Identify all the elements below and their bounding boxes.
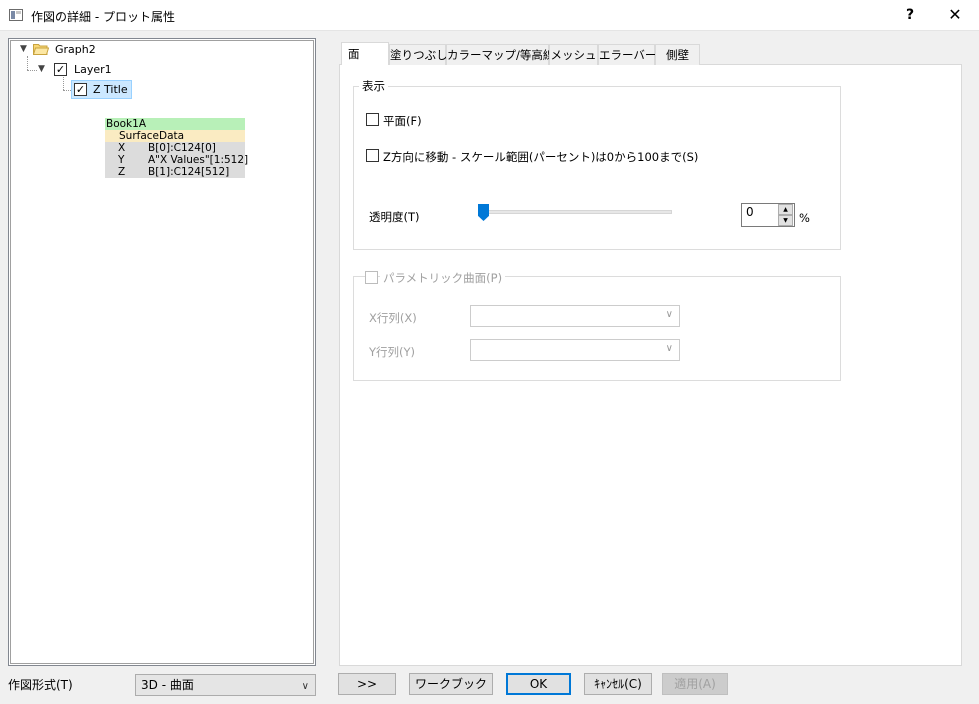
tab-colormap-contour[interactable]: カラーマップ/等高線 (446, 44, 554, 65)
dataset-col: Y (118, 154, 125, 166)
cancel-button[interactable]: ｷｬﾝｾﾙ(C) (584, 673, 652, 695)
title-bar: 作図の詳細 - プロット属性 ? ✕ (0, 0, 979, 31)
display-group-title: 表示 (359, 78, 388, 94)
dataset-ref: B[0]:C124[0] (148, 142, 216, 154)
dataset-info: Book1A SurfaceData X B[0]:C124[0] Y A"X … (105, 118, 249, 178)
tab-side-wall[interactable]: 側壁 (655, 44, 700, 65)
help-button[interactable]: ? (896, 4, 924, 26)
layer-checkbox[interactable]: ✓ (54, 63, 67, 76)
shift-z-label[interactable]: Z方向に移動 - スケール範囲(パーセント)は0から100まで(S) (383, 149, 698, 165)
close-button[interactable]: ✕ (938, 4, 972, 26)
dataset-row: X B[0]:C124[0] (105, 142, 245, 154)
y-matrix-label: Y行列(Y) (369, 345, 416, 359)
tab-error-bar[interactable]: エラーバー (598, 44, 656, 65)
shift-z-checkbox[interactable] (366, 149, 379, 162)
dataset-ref: A"X Values"[1:512] (148, 154, 249, 166)
flat-label[interactable]: 平面(F) (383, 113, 422, 129)
dataset-row: Z B[1]:C124[512] (105, 166, 245, 178)
folder-open-icon (33, 44, 49, 55)
dataset-book: Book1A (105, 118, 245, 130)
transparency-label: 透明度(T) (369, 210, 420, 224)
spin-down-button[interactable]: ▼ (778, 215, 793, 226)
ok-button[interactable]: OK (506, 673, 571, 695)
plot-type-value: 3D - 曲面 (141, 678, 194, 692)
transparency-unit: % (799, 211, 810, 225)
transparency-input[interactable]: 0 (741, 203, 779, 227)
chevron-down-icon: ∨ (665, 309, 673, 320)
y-matrix-select[interactable]: ∨ (470, 339, 680, 361)
chevron-down-icon: ∨ (665, 343, 673, 354)
tree-connector (27, 70, 37, 71)
tree-connector (27, 56, 28, 70)
plot-type-select[interactable]: 3D - 曲面 ∨ (135, 674, 316, 696)
transparency-spinner: ▲ ▼ (778, 203, 795, 227)
window-title: 作図の詳細 - プロット属性 (31, 10, 175, 24)
parametric-group (353, 276, 841, 381)
chevron-down-icon[interactable]: ▼ (38, 64, 45, 74)
dataset-sheet: SurfaceData (105, 130, 245, 142)
x-matrix-label: X行列(X) (369, 311, 417, 325)
tab-surface[interactable]: 面 (341, 42, 389, 65)
parametric-checkbox[interactable] (365, 271, 378, 284)
tree-connector (63, 77, 64, 90)
dataset-col: Z (118, 166, 126, 178)
transparency-slider-track[interactable] (480, 210, 672, 214)
chevron-down-icon[interactable]: ▼ (20, 44, 27, 54)
parametric-group-title[interactable]: パラメトリック曲面(P) (380, 270, 506, 286)
chevron-down-icon: ∨ (301, 681, 309, 692)
dataset-row: Y A"X Values"[1:512] (105, 154, 249, 166)
expand-button[interactable]: >> (338, 673, 396, 695)
tree-node-graph[interactable]: Graph2 (55, 43, 96, 56)
x-matrix-select[interactable]: ∨ (470, 305, 680, 327)
apply-button[interactable]: 適用(A) (662, 673, 728, 695)
dataset-ref: B[1]:C124[512] (148, 166, 230, 178)
tree-node-plot-label: Z Title (93, 83, 128, 96)
app-icon (9, 9, 23, 21)
workbook-button[interactable]: ワークブック (409, 673, 493, 695)
flat-checkbox[interactable] (366, 113, 379, 126)
tab-fill[interactable]: 塗りつぶし (389, 44, 448, 65)
spin-up-button[interactable]: ▲ (778, 204, 793, 215)
dataset-col: X (118, 142, 126, 154)
tree-node-layer[interactable]: Layer1 (74, 63, 112, 76)
plot-type-label: 作図形式(T) (8, 678, 73, 692)
plot-checkbox[interactable]: ✓ (74, 83, 87, 96)
tab-mesh[interactable]: メッシュ (549, 44, 598, 65)
